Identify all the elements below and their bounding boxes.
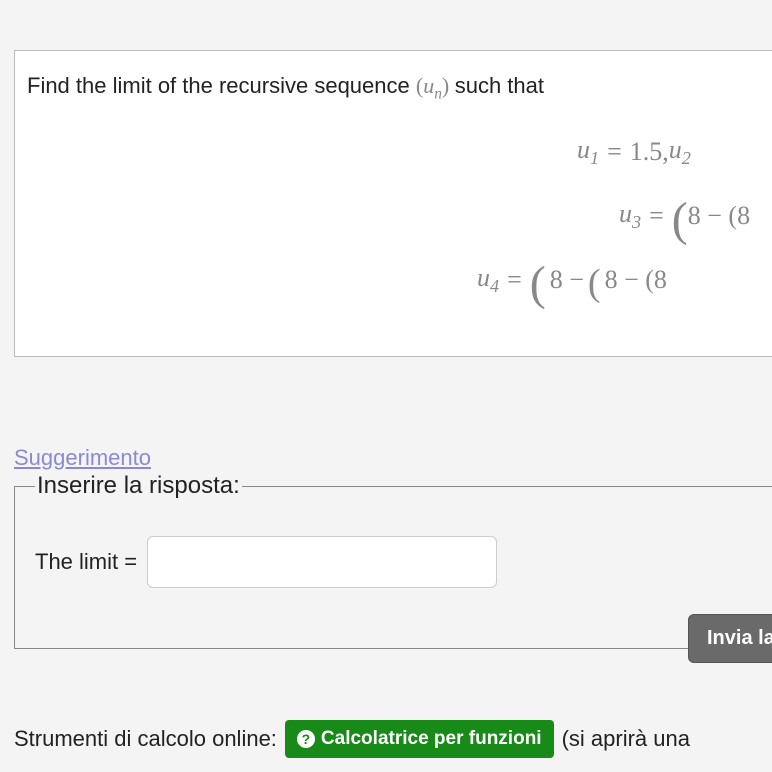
problem-intro-prefix: Find the limit of the recursive sequence [27, 73, 416, 98]
calculator-button[interactable]: ? Calcolatrice per funzioni [285, 720, 554, 758]
problem-intro-suffix: such that [455, 73, 544, 98]
tools-after-text: (si aprirà una [562, 726, 690, 752]
eq1-sub: 1 [590, 148, 599, 168]
eq3-sub: 4 [490, 277, 499, 297]
eq3-equals: = [507, 265, 522, 295]
eq2-rhs: 8 − (8 [688, 201, 750, 231]
tools-label: Strumenti di calcolo online: [14, 726, 277, 752]
answer-legend: Inserire la risposta: [35, 472, 242, 500]
eq3-rhs-a: 8 − [550, 265, 584, 295]
eq3-u: u [477, 263, 490, 292]
answer-input[interactable] [147, 536, 497, 588]
sequence-symbol: (un) [416, 73, 455, 98]
hint-link[interactable]: Suggerimento [14, 445, 151, 471]
answer-row: The limit = [35, 536, 772, 588]
problem-statement: Find the limit of the recursive sequence… [27, 71, 772, 105]
eq1-value: 1.5 [630, 137, 663, 167]
sequence-subscript: n [434, 85, 442, 102]
equation-1: u1 = 1.5 , u2 [27, 135, 772, 169]
problem-card: Find the limit of the recursive sequence… [14, 50, 772, 357]
eq1b-u: u [669, 135, 682, 164]
eq1-equals: = [607, 137, 622, 167]
eq3-rhs-b: 8 − (8 [605, 265, 667, 295]
submit-button[interactable]: Invia la [688, 614, 772, 663]
help-icon: ? [297, 730, 315, 748]
answer-fieldset: Inserire la risposta: The limit = [14, 472, 772, 649]
eq2-equals: = [649, 201, 664, 231]
equations-block: u1 = 1.5 , u2 u3 = ( 8 − (8 u4 = ( 8 − (… [27, 135, 772, 298]
calculator-label: Calcolatrice per funzioni [321, 728, 542, 750]
eq1b-sub: 2 [682, 148, 691, 168]
answer-label: The limit = [35, 549, 137, 575]
equation-2: u3 = ( 8 − (8 [27, 199, 772, 233]
equation-3: u4 = ( 8 − ( 8 − (8 [27, 263, 772, 297]
eq2-sub: 3 [632, 212, 641, 232]
tools-row: Strumenti di calcolo online: ? Calcolatr… [14, 720, 690, 758]
eq1-u: u [577, 135, 590, 164]
eq2-u: u [619, 199, 632, 228]
